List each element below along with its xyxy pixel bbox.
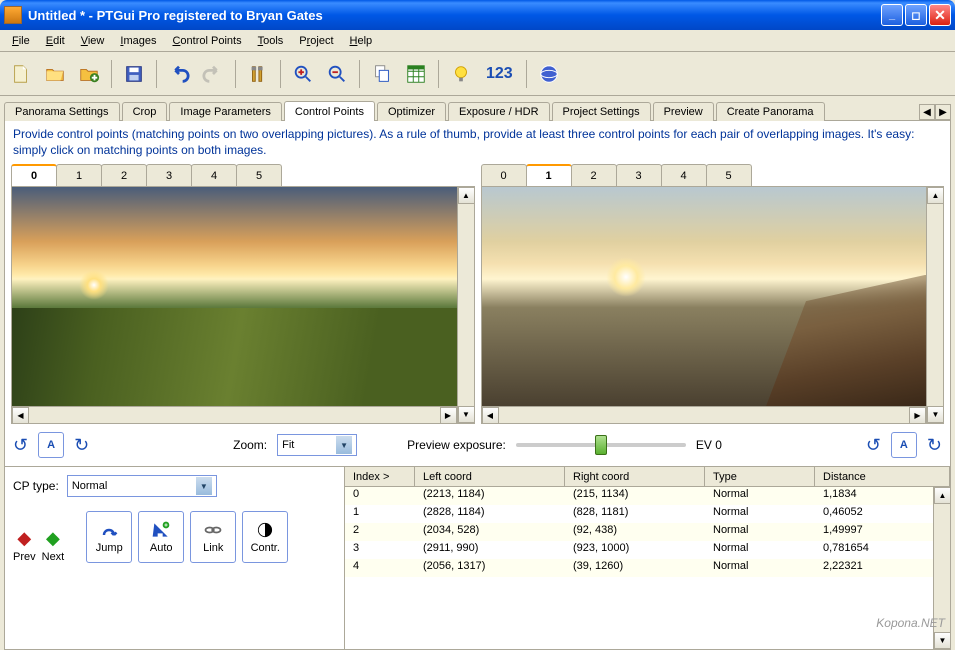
menu-help[interactable]: Help [342,33,381,49]
auto-button[interactable]: Auto [138,511,184,563]
ev-label: EV 0 [696,438,722,452]
window-title: Untitled * - PTGui Pro registered to Bry… [28,8,881,23]
cp-type-select[interactable]: Normal▼ [67,475,217,497]
menubar: File Edit View Images Control Points Too… [0,30,955,52]
zoom-in-icon[interactable] [288,59,318,89]
tab-crop[interactable]: Crop [122,102,168,121]
right-auto-a-button[interactable]: A [891,432,917,458]
tab-exposure-hdr[interactable]: Exposure / HDR [448,102,549,121]
left-image[interactable] [12,187,457,406]
zoom-label: Zoom: [233,438,267,452]
menu-project[interactable]: Project [291,33,341,49]
th-index[interactable]: Index > [345,467,415,486]
left-img-tab-0[interactable]: 0 [11,164,57,186]
preview-exposure-label: Preview exposure: [407,438,506,452]
left-img-tab-5[interactable]: 5 [236,164,282,186]
close-button[interactable]: ✕ [929,4,951,26]
content: Provide control points (matching points … [4,120,951,650]
menu-tools[interactable]: Tools [250,33,292,49]
th-distance[interactable]: Distance [815,467,950,486]
left-pane: 0 1 2 3 4 5 ◀▶ ▲▼ [11,164,475,424]
tab-control-points[interactable]: Control Points [284,101,375,121]
left-v-scrollbar[interactable]: ▲▼ [457,187,474,423]
save-icon[interactable] [74,59,104,89]
left-rotate-ccw-icon[interactable]: ↺ [13,435,28,456]
tab-optimizer[interactable]: Optimizer [377,102,446,121]
th-type[interactable]: Type [705,467,815,486]
copy-icon[interactable] [367,59,397,89]
menu-view[interactable]: View [73,33,113,49]
left-img-tab-3[interactable]: 3 [146,164,192,186]
menu-file[interactable]: File [4,33,38,49]
left-auto-a-button[interactable]: A [38,432,64,458]
titlebar: Untitled * - PTGui Pro registered to Bry… [0,0,955,30]
controls-row: ↺ A ↻ Zoom: Fit▼ Preview exposure: EV 0 … [5,424,950,466]
cp-type-label: CP type: [13,479,59,493]
undo-icon[interactable] [164,59,194,89]
exposure-slider[interactable] [516,443,686,447]
cp-table: Index > Left coord Right coord Type Dist… [345,467,950,649]
table-row[interactable]: 4(2056, 1317)(39, 1260)Normal2,22321 [345,559,950,577]
left-rotate-cw-icon[interactable]: ↻ [74,435,89,456]
help-icon[interactable] [534,59,564,89]
right-v-scrollbar[interactable]: ▲▼ [926,187,943,423]
tab-scroll-left[interactable]: ◀ [919,104,935,120]
tools-icon[interactable] [243,59,273,89]
tab-create-panorama[interactable]: Create Panorama [716,102,825,121]
menu-images[interactable]: Images [112,33,164,49]
tab-panorama-settings[interactable]: Panorama Settings [4,102,120,121]
tabstrip: Panorama Settings Crop Image Parameters … [0,96,955,120]
instruction-text: Provide control points (matching points … [5,121,950,164]
next-button[interactable]: ◆Next [42,528,65,563]
minimize-button[interactable]: _ [881,4,903,26]
left-img-tab-4[interactable]: 4 [191,164,237,186]
right-pane: 0 1 2 3 4 5 ◀▶ ▲▼ [481,164,945,424]
right-img-tab-2[interactable]: 2 [571,164,617,186]
right-img-tab-4[interactable]: 4 [661,164,707,186]
bulb-icon[interactable] [446,59,476,89]
right-img-tab-1[interactable]: 1 [526,164,572,186]
toolbar: 123 [0,52,955,96]
table-row[interactable]: 3(2911, 990)(923, 1000)Normal0,781654 [345,541,950,559]
th-right[interactable]: Right coord [565,467,705,486]
right-image[interactable] [482,187,927,406]
jump-button[interactable]: Jump [86,511,132,563]
table-row[interactable]: 0(2213, 1184)(215, 1134)Normal1,1834 [345,487,950,505]
table-row[interactable]: 2(2034, 528)(92, 438)Normal1,49997 [345,523,950,541]
left-h-scrollbar[interactable]: ◀▶ [12,406,457,423]
zoom-out-icon[interactable] [322,59,352,89]
right-rotate-ccw-icon[interactable]: ↺ [866,435,881,456]
app-icon [4,6,22,24]
left-img-tab-1[interactable]: 1 [56,164,102,186]
right-img-tab-3[interactable]: 3 [616,164,662,186]
new-project-icon[interactable] [6,59,36,89]
open-icon[interactable] [40,59,70,89]
save-project-icon[interactable] [119,59,149,89]
right-h-scrollbar[interactable]: ◀▶ [482,406,927,423]
th-left[interactable]: Left coord [415,467,565,486]
tab-scroll-right[interactable]: ▶ [935,104,951,120]
tab-image-parameters[interactable]: Image Parameters [169,102,281,121]
menu-control-points[interactable]: Control Points [164,33,249,49]
tab-preview[interactable]: Preview [653,102,714,121]
left-img-tab-2[interactable]: 2 [101,164,147,186]
right-rotate-cw-icon[interactable]: ↻ [927,435,942,456]
link-button[interactable]: Link [190,511,236,563]
menu-edit[interactable]: Edit [38,33,73,49]
watermark: Kopona.NET [876,616,945,630]
table-row[interactable]: 1(2828, 1184)(828, 1181)Normal0,46052 [345,505,950,523]
maximize-button[interactable]: ◻ [905,4,927,26]
right-img-tab-5[interactable]: 5 [706,164,752,186]
tab-project-settings[interactable]: Project Settings [552,102,651,121]
zoom-select[interactable]: Fit▼ [277,434,357,456]
prev-button[interactable]: ◆Prev [13,528,36,563]
right-img-tab-0[interactable]: 0 [481,164,527,186]
redo-icon[interactable] [198,59,228,89]
grid-icon[interactable] [401,59,431,89]
cp-controls: CP type: Normal▼ ◆Prev ◆Next Jump Auto L… [5,467,345,649]
toolbar-number[interactable]: 123 [480,65,519,83]
contrast-button[interactable]: Contr. [242,511,288,563]
